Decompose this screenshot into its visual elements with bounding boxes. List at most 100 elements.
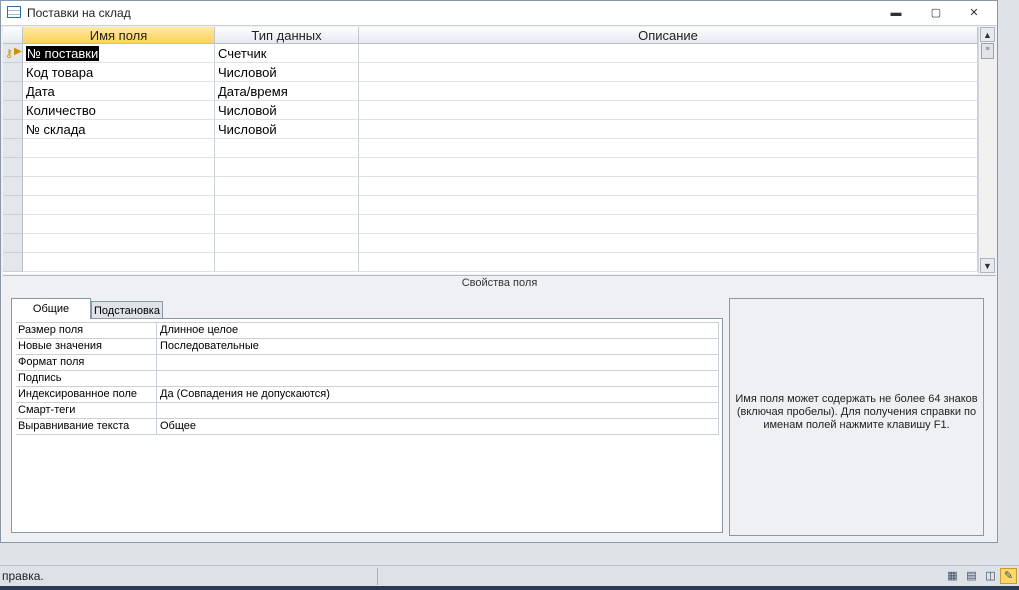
table-row[interactable] bbox=[3, 196, 978, 215]
close-button[interactable]: ✕ bbox=[963, 5, 985, 21]
property-row[interactable]: Индексированное поле Да (Совпадения не до… bbox=[16, 387, 719, 403]
property-value[interactable]: Общее bbox=[157, 419, 719, 434]
data-type-cell[interactable] bbox=[215, 253, 359, 272]
row-selector[interactable] bbox=[3, 82, 23, 101]
column-header-data-type[interactable]: Тип данных bbox=[215, 27, 359, 44]
data-type-cell[interactable]: Числовой bbox=[215, 101, 359, 120]
column-header-description[interactable]: Описание bbox=[359, 27, 978, 44]
data-type-cell[interactable]: Счетчик bbox=[215, 44, 359, 63]
row-selector[interactable] bbox=[3, 158, 23, 177]
field-name-cell[interactable]: № поставки bbox=[23, 44, 215, 63]
row-selector[interactable] bbox=[3, 139, 23, 158]
description-cell[interactable] bbox=[359, 44, 978, 63]
tab-lookup[interactable]: Подстановка bbox=[91, 301, 163, 319]
field-name-cell[interactable] bbox=[23, 177, 215, 196]
row-selector[interactable] bbox=[3, 120, 23, 139]
tab-general[interactable]: Общие bbox=[11, 298, 91, 319]
description-cell[interactable] bbox=[359, 101, 978, 120]
scroll-thumb[interactable]: ≡ bbox=[981, 43, 994, 59]
table-row[interactable] bbox=[3, 234, 978, 253]
datasheet-view-icon[interactable]: ▦ bbox=[944, 568, 961, 584]
row-selector[interactable] bbox=[3, 234, 23, 253]
property-name: Смарт-теги bbox=[16, 403, 157, 418]
description-cell[interactable] bbox=[359, 253, 978, 272]
table-row[interactable] bbox=[3, 139, 978, 158]
property-value[interactable]: Да (Совпадения не допускаются) bbox=[157, 387, 719, 402]
table-row[interactable] bbox=[3, 215, 978, 234]
row-selector[interactable] bbox=[3, 63, 23, 82]
grid-corner[interactable] bbox=[3, 27, 23, 44]
window-title: Поставки на склад bbox=[27, 6, 131, 20]
data-type-cell[interactable] bbox=[215, 158, 359, 177]
row-selector[interactable] bbox=[3, 101, 23, 120]
restore-button[interactable]: ▢ bbox=[925, 5, 947, 21]
field-name-cell[interactable] bbox=[23, 139, 215, 158]
property-value[interactable] bbox=[157, 403, 719, 418]
row-selector[interactable]: ⚷ ▶ bbox=[3, 44, 23, 63]
row-selector[interactable] bbox=[3, 196, 23, 215]
property-row[interactable]: Новые значения Последовательные bbox=[16, 339, 719, 355]
table-row[interactable] bbox=[3, 158, 978, 177]
row-selector[interactable] bbox=[3, 177, 23, 196]
property-name: Индексированное поле bbox=[16, 387, 157, 402]
field-name-cell[interactable]: Код товара bbox=[23, 63, 215, 82]
field-name-cell[interactable] bbox=[23, 158, 215, 177]
field-properties-title: Свойства поля bbox=[3, 275, 996, 290]
status-bar: правка. ▦ ▤ ◫ ✎ bbox=[0, 565, 1019, 587]
description-cell[interactable] bbox=[359, 139, 978, 158]
field-name-cell[interactable]: № склада bbox=[23, 120, 215, 139]
row-selector[interactable] bbox=[3, 215, 23, 234]
description-cell[interactable] bbox=[359, 63, 978, 82]
field-name-cell[interactable] bbox=[23, 234, 215, 253]
property-row[interactable]: Смарт-теги bbox=[16, 403, 719, 419]
table-row[interactable]: ⚷ ▶ № поставки Счетчик bbox=[3, 44, 978, 63]
data-type-cell[interactable]: Числовой bbox=[215, 63, 359, 82]
description-cell[interactable] bbox=[359, 120, 978, 139]
description-cell[interactable] bbox=[359, 196, 978, 215]
table-row[interactable]: № склада Числовой bbox=[3, 120, 978, 139]
description-cell[interactable] bbox=[359, 234, 978, 253]
field-name-cell[interactable]: Дата bbox=[23, 82, 215, 101]
description-cell[interactable] bbox=[359, 177, 978, 196]
data-type-cell[interactable] bbox=[215, 234, 359, 253]
data-type-cell[interactable] bbox=[215, 139, 359, 158]
property-row[interactable]: Подпись bbox=[16, 371, 719, 387]
property-value[interactable]: Последовательные bbox=[157, 339, 719, 354]
properties-table: Размер поля Длинное целое Новые значения По… bbox=[16, 322, 719, 435]
pivottable-view-icon[interactable]: ▤ bbox=[963, 568, 980, 584]
table-row[interactable] bbox=[3, 253, 978, 272]
field-name-cell[interactable] bbox=[23, 215, 215, 234]
data-type-cell[interactable] bbox=[215, 215, 359, 234]
data-type-cell[interactable]: Числовой bbox=[215, 120, 359, 139]
scroll-up-icon[interactable]: ▲ bbox=[980, 27, 995, 42]
data-type-cell[interactable]: Дата/время bbox=[215, 82, 359, 101]
table-row[interactable]: Дата Дата/время bbox=[3, 82, 978, 101]
scroll-down-icon[interactable]: ▼ bbox=[980, 258, 995, 273]
column-header-field-name[interactable]: Имя поля bbox=[23, 27, 215, 44]
field-name-cell[interactable]: Количество bbox=[23, 101, 215, 120]
design-view-icon[interactable]: ✎ bbox=[1000, 568, 1017, 584]
description-cell[interactable] bbox=[359, 82, 978, 101]
property-row[interactable]: Формат поля bbox=[16, 355, 719, 371]
data-type-cell[interactable] bbox=[215, 177, 359, 196]
property-row[interactable]: Выравнивание текста Общее bbox=[16, 419, 719, 435]
arrow-icon: ▶ bbox=[14, 46, 22, 57]
row-selector[interactable] bbox=[3, 253, 23, 272]
table-row[interactable] bbox=[3, 177, 978, 196]
property-value[interactable] bbox=[157, 355, 719, 370]
minimize-button[interactable]: ▬ bbox=[885, 5, 907, 21]
title-bar: Поставки на склад ▬ ▢ ✕ bbox=[1, 1, 997, 26]
grid-vertical-scrollbar[interactable]: ▲ ≡ ▼ bbox=[978, 27, 996, 274]
field-design-grid: Имя поля Тип данных Описание ⚷ ▶ № поставк… bbox=[3, 27, 996, 274]
field-name-cell[interactable] bbox=[23, 253, 215, 272]
data-type-cell[interactable] bbox=[215, 196, 359, 215]
table-row[interactable]: Код товара Числовой bbox=[3, 63, 978, 82]
property-value[interactable] bbox=[157, 371, 719, 386]
property-row[interactable]: Размер поля Длинное целое bbox=[16, 322, 719, 339]
description-cell[interactable] bbox=[359, 215, 978, 234]
property-value[interactable]: Длинное целое bbox=[157, 323, 719, 338]
field-name-cell[interactable] bbox=[23, 196, 215, 215]
description-cell[interactable] bbox=[359, 158, 978, 177]
pivotchart-view-icon[interactable]: ◫ bbox=[982, 568, 999, 584]
table-row[interactable]: Количество Числовой bbox=[3, 101, 978, 120]
